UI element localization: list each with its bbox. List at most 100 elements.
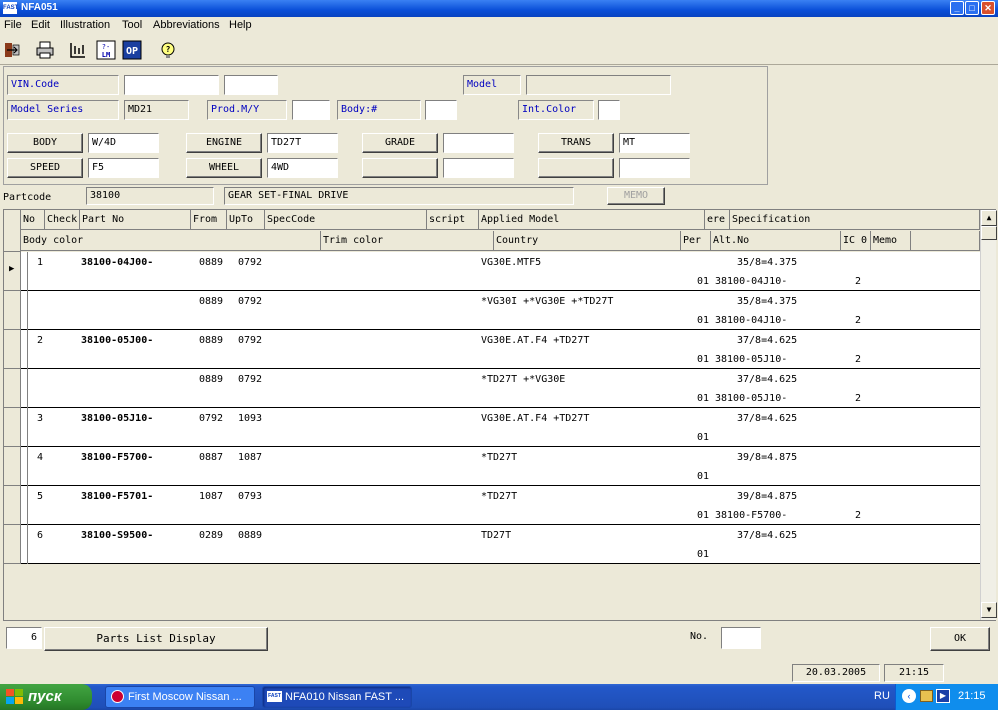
col-trim-color[interactable]: Trim color	[321, 231, 494, 251]
col-script[interactable]: script	[427, 210, 479, 230]
row-indicator[interactable]	[4, 525, 21, 564]
lookup-icon[interactable]: ?- LM	[95, 39, 117, 61]
table-row[interactable]: 0889 0792 *VG30I +*VG30E +*TD27T 35/8=4.375…	[21, 291, 981, 330]
col-country[interactable]: Country	[494, 231, 681, 251]
row-applied-model: *TD27T	[481, 452, 518, 463]
col-memo[interactable]: Memo	[871, 231, 911, 251]
wheel-button[interactable]: WHEEL	[186, 158, 262, 178]
menu-edit[interactable]: Edit	[31, 19, 50, 31]
tray-network-icon[interactable]	[920, 690, 933, 702]
vin-code-input-1[interactable]	[124, 75, 219, 95]
blank-field-1[interactable]	[443, 158, 514, 178]
col-per[interactable]: Per	[681, 231, 711, 251]
menu-help[interactable]: Help	[229, 19, 252, 31]
system-tray: ‹ ▶ 21:15	[895, 684, 998, 710]
col-speccode[interactable]: SpecCode	[265, 210, 427, 230]
scroll-up-icon[interactable]: ▲	[981, 210, 997, 226]
col-body-color[interactable]: Body color	[21, 231, 321, 251]
col-applied-model[interactable]: Applied Model	[479, 210, 705, 230]
col-alt-no[interactable]: Alt.No	[711, 231, 841, 251]
col-ere[interactable]: ere	[705, 210, 730, 230]
row-from: 0889	[199, 296, 224, 307]
help-icon[interactable]: ?	[157, 39, 179, 61]
col-no[interactable]: No	[21, 210, 45, 230]
row-separator	[27, 330, 28, 369]
speed-button[interactable]: SPEED	[7, 158, 83, 178]
col-specification[interactable]: Specification	[730, 210, 980, 230]
ok-button[interactable]: OK	[930, 627, 990, 651]
prod-my-input[interactable]	[292, 100, 330, 120]
current-row-icon: ▶	[9, 264, 15, 274]
col-upto[interactable]: UpTo	[227, 210, 265, 230]
table-row[interactable]: 2 38100-05J00- 0889 0792 VG30E.AT.F4 +TD27T 3…	[21, 330, 981, 369]
row-upto: 1093	[238, 413, 263, 424]
body-button[interactable]: BODY	[7, 133, 83, 153]
option-icon[interactable]: OP	[121, 39, 143, 61]
body-no-input[interactable]	[425, 100, 457, 120]
col-part-no[interactable]: Part No	[80, 210, 191, 230]
browser-icon	[111, 690, 124, 703]
memo-button[interactable]: MEMO	[607, 187, 665, 205]
blank-field-2[interactable]	[619, 158, 690, 178]
table-row[interactable]: 5 38100-F5701- 1087 0793 *TD27T 39/8=4.875 01 3…	[21, 486, 981, 525]
row-indicator[interactable]	[4, 369, 21, 408]
print-icon[interactable]	[34, 39, 56, 61]
vertical-scrollbar[interactable]: ▲ ▼	[980, 210, 997, 620]
task-first-moscow-nissan[interactable]: First Moscow Nissan ...	[105, 686, 255, 708]
vehicle-form-panel: VIN.Code Model Model Series MD21 Prod.M/…	[3, 66, 768, 185]
int-color-input[interactable]	[598, 100, 620, 120]
grade-button[interactable]: GRADE	[362, 133, 438, 153]
row-per: 01	[697, 393, 710, 404]
menu-illustration[interactable]: Illustration	[60, 19, 110, 31]
row-per: 01	[697, 315, 710, 326]
wheel-field[interactable]: 4WD	[267, 158, 338, 178]
table-row[interactable]: 6 38100-S9500- 0289 0889 TD27T 37/8=4.625 01	[21, 525, 981, 564]
vin-code-input-2[interactable]	[224, 75, 278, 95]
trans-button[interactable]: TRANS	[538, 133, 614, 153]
close-button[interactable]: ✕	[981, 1, 995, 15]
start-button[interactable]: пуск	[0, 684, 92, 710]
grade-field[interactable]	[443, 133, 514, 153]
engine-field[interactable]: TD27T	[267, 133, 338, 153]
blank-button-1[interactable]	[362, 158, 438, 178]
maximize-button[interactable]: □	[965, 1, 979, 15]
speed-field[interactable]: F5	[88, 158, 159, 178]
task-nfa010-nissan-fast[interactable]: FAST NFA010 Nissan FAST ...	[262, 686, 412, 708]
menu-abbreviations[interactable]: Abbreviations	[153, 19, 220, 31]
row-indicator[interactable]	[4, 447, 21, 486]
parts-list-display-button[interactable]: Parts List Display	[44, 627, 268, 651]
col-check[interactable]: Check	[45, 210, 80, 230]
body-no-label: Body:#	[337, 100, 421, 120]
table-row[interactable]: 0889 0792 *TD27T +*VG30E 37/8=4.625 01 38100-…	[21, 369, 981, 408]
tray-expand-icon[interactable]: ‹	[902, 689, 916, 703]
minimize-button[interactable]: _	[950, 1, 964, 15]
table-row[interactable]: 4 38100-F5700- 0887 1087 *TD27T 39/8=4.875 01	[21, 447, 981, 486]
exit-icon[interactable]	[2, 39, 24, 61]
tray-media-icon[interactable]: ▶	[936, 689, 950, 703]
row-separator	[27, 291, 28, 330]
scroll-down-icon[interactable]: ▼	[981, 602, 997, 618]
row-indicator[interactable]	[4, 291, 21, 330]
no-input[interactable]	[721, 627, 761, 649]
menu-tool[interactable]: Tool	[122, 19, 142, 31]
row-alt-no: 38100-F5700-	[715, 510, 788, 521]
row-indicator[interactable]: ▶	[4, 252, 21, 291]
menu-file[interactable]: File	[4, 19, 22, 31]
blank-button-2[interactable]	[538, 158, 614, 178]
row-separator	[27, 447, 28, 486]
row-indicator[interactable]	[4, 486, 21, 525]
row-ic: 2	[855, 354, 862, 365]
table-row[interactable]: 3 38100-05J10- 0792 1093 VG30E.AT.F4 +TD27T 3…	[21, 408, 981, 447]
col-ic[interactable]: IC 0	[841, 231, 871, 251]
trans-field[interactable]: MT	[619, 133, 690, 153]
row-indicator[interactable]	[4, 408, 21, 447]
table-row[interactable]: 1 38100-04J00- 0889 0792 VG30E.MTF5 35/8=4.37…	[21, 252, 981, 291]
row-indicator[interactable]	[4, 330, 21, 369]
parts-list-icon[interactable]	[67, 39, 89, 61]
language-indicator[interactable]: RU	[874, 690, 890, 702]
engine-button[interactable]: ENGINE	[186, 133, 262, 153]
body-field[interactable]: W/4D	[88, 133, 159, 153]
status-date: 20.03.2005	[792, 664, 880, 682]
col-from[interactable]: From	[191, 210, 227, 230]
scroll-thumb[interactable]	[981, 226, 997, 240]
